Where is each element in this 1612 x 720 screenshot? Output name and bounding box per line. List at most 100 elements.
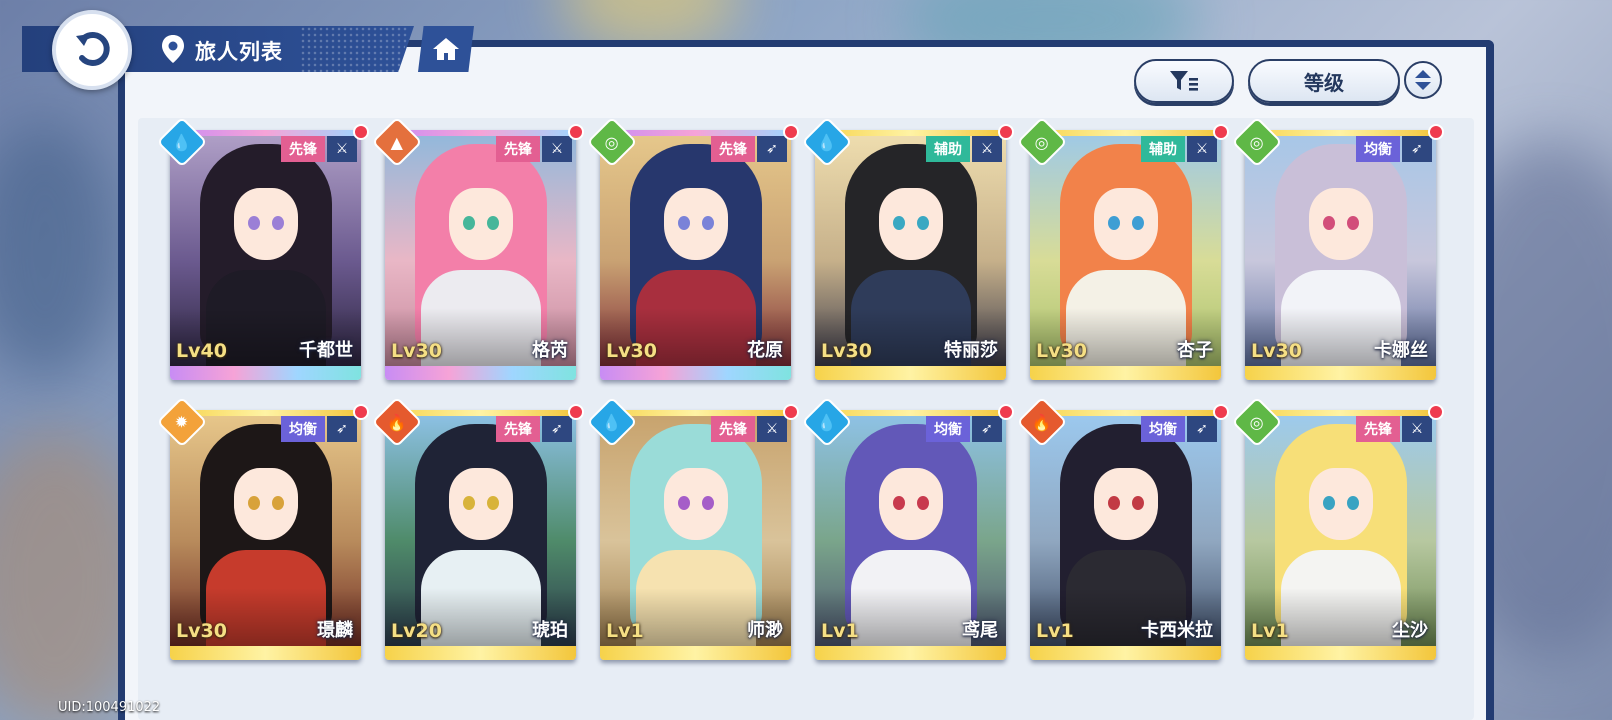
role-badge: 均衡 xyxy=(1356,136,1400,162)
notification-dot xyxy=(783,124,799,140)
character-name: 鸢尾 xyxy=(962,620,998,641)
character-portrait xyxy=(385,130,576,368)
character-card[interactable]: ◎ 先锋 ⚔ Lv1 尘沙 xyxy=(1231,396,1444,660)
character-name: 璟麟 xyxy=(317,620,353,641)
notification-dot xyxy=(998,404,1014,420)
portrait-eye xyxy=(1323,216,1335,230)
character-level: Lv30 xyxy=(606,340,657,362)
portrait-eye xyxy=(678,216,690,230)
character-level: Lv20 xyxy=(391,620,442,642)
weapon-bow-icon: ➶ xyxy=(542,416,572,442)
character-level: Lv30 xyxy=(1036,340,1087,362)
portrait-eye xyxy=(487,216,499,230)
portrait-eye xyxy=(248,496,260,510)
portrait-face xyxy=(1094,468,1158,540)
filter-button[interactable] xyxy=(1134,59,1234,103)
character-name: 尘沙 xyxy=(1392,620,1428,641)
portrait-eye xyxy=(1108,216,1120,230)
portrait-eye xyxy=(893,216,905,230)
character-portrait xyxy=(385,410,576,648)
role-badge: 辅助 xyxy=(926,136,970,162)
sort-order-button[interactable] xyxy=(1404,61,1442,99)
character-level: Lv1 xyxy=(1036,620,1074,642)
weapon-bow-icon: ➶ xyxy=(1187,416,1217,442)
character-card[interactable]: 🔥 先锋 ➶ Lv20 琥珀 xyxy=(371,396,584,660)
uid-label: UID:100491022 xyxy=(58,700,161,715)
character-card[interactable]: 💧 先锋 ⚔ Lv40 千都世 xyxy=(156,116,369,380)
character-name: 花原 xyxy=(747,340,783,361)
character-name: 杏子 xyxy=(1177,340,1213,361)
portrait-eye xyxy=(917,496,929,510)
portrait-face xyxy=(234,468,298,540)
character-level: Lv30 xyxy=(176,620,227,642)
character-name: 师渺 xyxy=(747,620,783,641)
portrait-face xyxy=(664,468,728,540)
character-portrait xyxy=(170,410,361,648)
weapon-sword-icon: ⚔ xyxy=(542,136,572,162)
rarity-bar xyxy=(1030,646,1221,660)
role-badge: 先锋 xyxy=(496,136,540,162)
home-button[interactable] xyxy=(418,26,474,72)
character-card[interactable]: ◎ 辅助 ⚔ Lv30 杏子 xyxy=(1016,116,1229,380)
character-level: Lv30 xyxy=(1251,340,1302,362)
notification-dot xyxy=(1213,404,1229,420)
back-button[interactable] xyxy=(52,10,132,90)
weapon-sword-icon: ⚔ xyxy=(327,136,357,162)
character-level: Lv1 xyxy=(821,620,859,642)
character-card[interactable]: 💧 先锋 ⚔ Lv1 师渺 xyxy=(586,396,799,660)
notification-dot xyxy=(998,124,1014,140)
character-card[interactable]: ▲ 先锋 ⚔ Lv30 格芮 xyxy=(371,116,584,380)
character-name: 卡西米拉 xyxy=(1141,620,1213,641)
portrait-eye xyxy=(272,496,284,510)
portrait-eye xyxy=(248,216,260,230)
character-portrait xyxy=(1245,410,1436,648)
character-portrait xyxy=(600,130,791,368)
portrait-eye xyxy=(1347,216,1359,230)
notification-dot xyxy=(568,124,584,140)
character-name: 琥珀 xyxy=(532,620,568,641)
portrait-eye xyxy=(272,216,284,230)
role-badge: 均衡 xyxy=(1141,416,1185,442)
character-card[interactable]: ◎ 均衡 ➶ Lv30 卡娜丝 xyxy=(1231,116,1444,380)
weapon-sword-icon: ⚔ xyxy=(1187,136,1217,162)
portrait-eye xyxy=(702,216,714,230)
page-title: 旅人列表 xyxy=(195,40,283,64)
role-badge: 先锋 xyxy=(496,416,540,442)
portrait-face xyxy=(234,188,298,260)
portrait-eye xyxy=(702,496,714,510)
weapon-bow-icon: ➶ xyxy=(327,416,357,442)
sort-order-icon xyxy=(1415,70,1431,90)
character-name: 卡娜丝 xyxy=(1374,340,1428,361)
character-grid: 💧 先锋 ⚔ Lv40 千都世 ▲ 先锋 ⚔ Lv30 格芮 ◎ 先锋 ➶ Lv… xyxy=(156,116,1444,660)
character-card[interactable]: ✹ 均衡 ➶ Lv30 璟麟 xyxy=(156,396,369,660)
portrait-face xyxy=(1094,188,1158,260)
character-name: 千都世 xyxy=(299,340,353,361)
sort-by-level-button[interactable]: 等级 xyxy=(1248,59,1400,103)
rarity-bar xyxy=(600,366,791,380)
location-pin-icon xyxy=(162,35,184,63)
rarity-bar xyxy=(170,366,361,380)
character-card[interactable]: 🔥 均衡 ➶ Lv1 卡西米拉 xyxy=(1016,396,1229,660)
notification-dot xyxy=(353,404,369,420)
weapon-bow-icon: ➶ xyxy=(757,136,787,162)
portrait-outfit xyxy=(636,550,756,648)
character-card[interactable]: 💧 均衡 ➶ Lv1 鸢尾 xyxy=(801,396,1014,660)
notification-dot xyxy=(1213,124,1229,140)
role-badge: 先锋 xyxy=(711,136,755,162)
character-card[interactable]: 💧 辅助 ⚔ Lv30 特丽莎 xyxy=(801,116,1014,380)
portrait-face xyxy=(449,188,513,260)
rarity-bar xyxy=(600,646,791,660)
notification-dot xyxy=(1428,124,1444,140)
portrait-face xyxy=(879,188,943,260)
character-portrait xyxy=(1030,410,1221,648)
rarity-bar xyxy=(1030,366,1221,380)
rarity-bar xyxy=(385,646,576,660)
notification-dot xyxy=(1428,404,1444,420)
notification-dot xyxy=(353,124,369,140)
character-card[interactable]: ◎ 先锋 ➶ Lv30 花原 xyxy=(586,116,799,380)
portrait-outfit xyxy=(851,550,971,648)
character-portrait xyxy=(815,410,1006,648)
weapon-bow-icon: ➶ xyxy=(1402,136,1432,162)
character-level: Lv1 xyxy=(1251,620,1289,642)
rarity-bar xyxy=(1245,366,1436,380)
